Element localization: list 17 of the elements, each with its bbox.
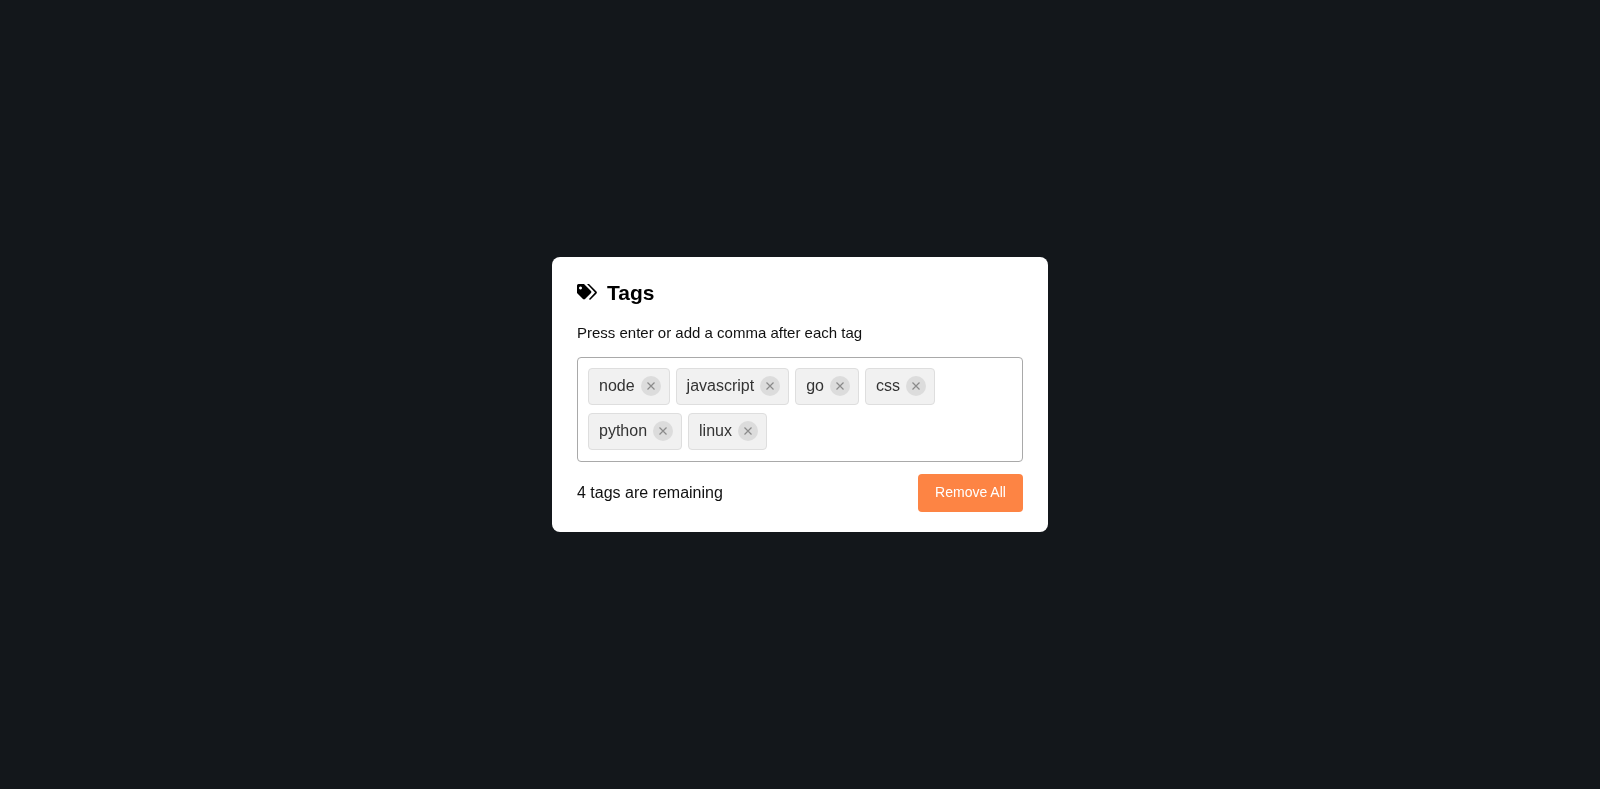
remove-tag-icon[interactable] xyxy=(640,376,661,396)
hint-text: Press enter or add a comma after each tag xyxy=(577,323,864,343)
remove-tag-icon[interactable] xyxy=(653,421,674,441)
tags-input-field[interactable]: node javascript go css python linux xyxy=(577,356,1023,462)
card-title: Tags xyxy=(607,279,655,306)
tag-label: javascript xyxy=(686,376,755,396)
tag-icon xyxy=(577,283,598,301)
tag-label: node xyxy=(599,376,635,396)
tag-label: python xyxy=(599,421,648,441)
remaining-count-text: 4 tags are remaining xyxy=(577,482,723,503)
remove-tag-icon[interactable] xyxy=(829,376,850,396)
remove-tag-icon[interactable] xyxy=(760,376,781,396)
tag-label: linux xyxy=(699,421,732,441)
remove-tag-icon[interactable] xyxy=(905,376,926,396)
remove-tag-icon[interactable] xyxy=(737,421,758,441)
tag-label: go xyxy=(806,376,824,396)
tag-label: css xyxy=(875,376,900,396)
